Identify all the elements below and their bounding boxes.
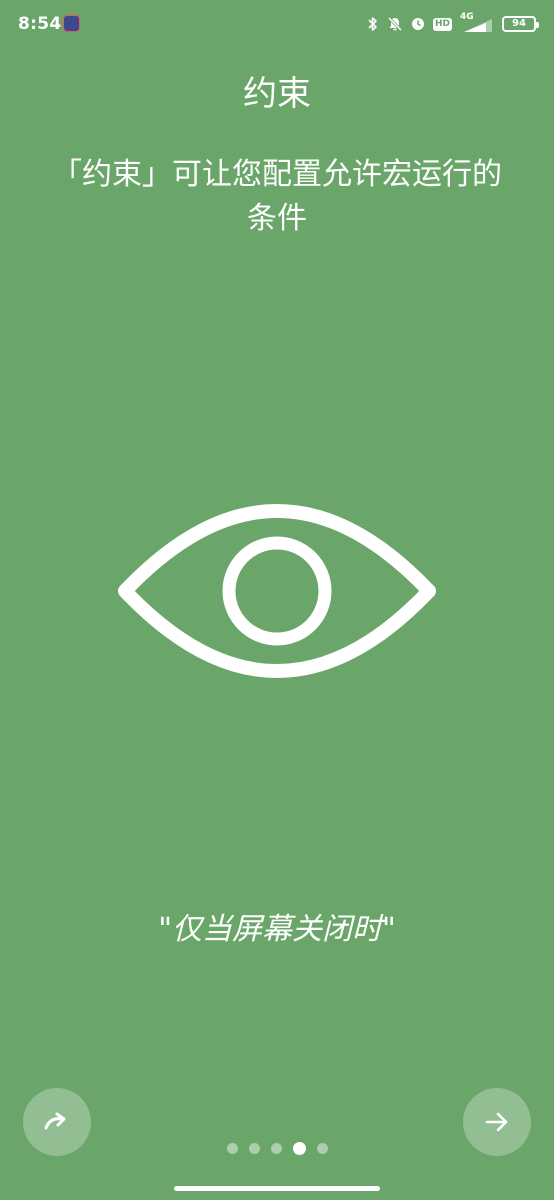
- mute-icon: [387, 16, 403, 32]
- eye-icon: [118, 504, 436, 678]
- page-title: 约束: [243, 74, 311, 114]
- signal-icon: [464, 19, 492, 32]
- page-dot-3[interactable]: [270, 1143, 282, 1154]
- alarm-icon: [411, 18, 424, 30]
- page-dot-4-active[interactable]: [292, 1142, 306, 1155]
- example-text: "仅当屏幕关闭时": [158, 912, 396, 947]
- system-nav-bar: [0, 1176, 554, 1200]
- redo-arrow-icon: [44, 1112, 66, 1130]
- status-icons: HD 4G 94: [367, 12, 539, 36]
- bluetooth-icon: [368, 17, 377, 31]
- battery-icon: 94: [502, 16, 539, 32]
- status-bar: 8:54 HD 4G 94: [0, 0, 554, 50]
- signal-indicator: 4G: [460, 12, 494, 34]
- status-time: 8:54: [18, 14, 62, 34]
- arrow-right-icon: [485, 1112, 508, 1132]
- page-dot-1[interactable]: [226, 1143, 238, 1154]
- battery-level: 94: [512, 18, 526, 29]
- page-dot-2[interactable]: [248, 1143, 260, 1154]
- app-notification-icon: [63, 15, 80, 32]
- hd-badge: HD: [432, 17, 452, 31]
- page-dot-5[interactable]: [316, 1143, 328, 1154]
- page-description: 「约束」可让您配置允许宏运行的条件: [52, 157, 502, 236]
- home-indicator[interactable]: [174, 1186, 380, 1191]
- next-button[interactable]: [463, 1088, 531, 1156]
